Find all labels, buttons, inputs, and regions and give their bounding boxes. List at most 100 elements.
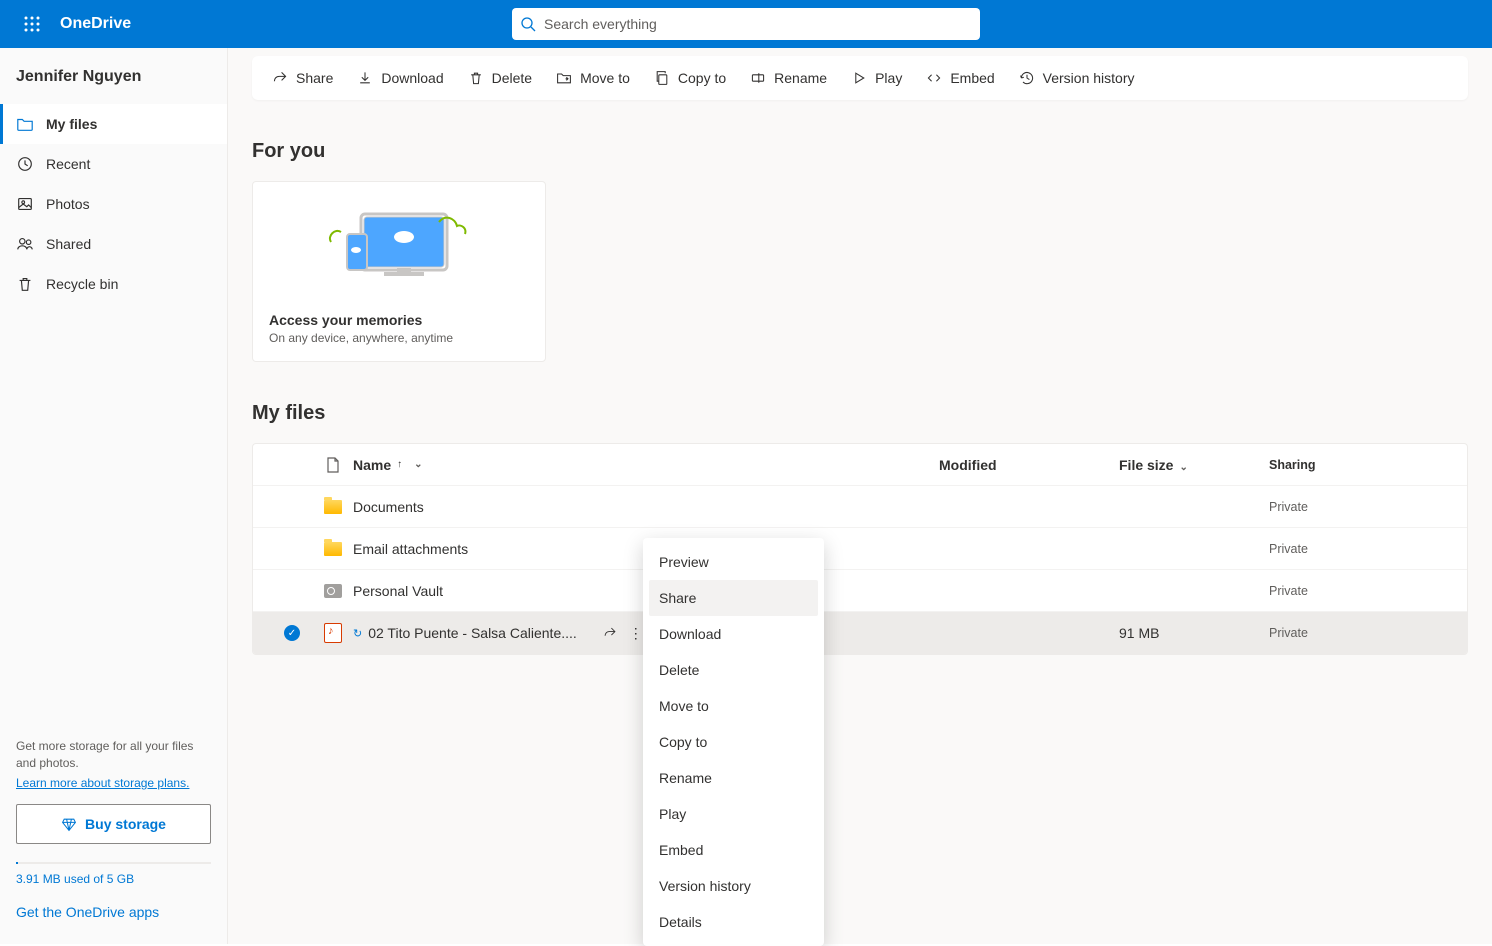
nav-label: Recycle bin [46, 276, 118, 292]
history-icon [1019, 70, 1035, 86]
embed-icon [926, 70, 942, 86]
memories-card[interactable]: Access your memories On any device, anyw… [252, 181, 546, 362]
cmd-download[interactable]: Download [347, 60, 453, 96]
more-actions-button[interactable]: ⋮ [629, 625, 643, 642]
cmd-play[interactable]: Play [841, 60, 912, 96]
search-icon [520, 16, 536, 32]
card-title: Access your memories [269, 312, 529, 328]
copy-icon [654, 70, 670, 86]
ctx-delete[interactable]: Delete [649, 652, 818, 688]
nav-photos[interactable]: Photos [0, 184, 227, 224]
nav-shared[interactable]: Shared [0, 224, 227, 264]
download-icon [357, 70, 373, 86]
folder-icon [324, 500, 342, 514]
ctx-details[interactable]: Details [649, 904, 818, 940]
ctx-move-to[interactable]: Move to [649, 688, 818, 724]
sharing-status: Private [1269, 626, 1449, 640]
context-menu: Preview Share Download Delete Move to Co… [643, 538, 824, 946]
app-launcher-button[interactable] [8, 0, 56, 48]
get-apps-link[interactable]: Get the OneDrive apps [16, 904, 211, 920]
cmd-delete[interactable]: Delete [458, 60, 542, 96]
table-row[interactable]: Personal Vault Private [253, 570, 1467, 612]
search-input[interactable] [544, 16, 972, 32]
sort-ascending-icon: ↑ [397, 459, 402, 470]
sync-icon: ↻ [353, 627, 362, 640]
sharing-status: Private [1269, 500, 1449, 514]
selected-check-icon[interactable]: ✓ [284, 625, 300, 641]
nav-recent[interactable]: Recent [0, 144, 227, 184]
nav-label: Recent [46, 156, 90, 172]
file-list: Name ↑ ⌄ Modified File size⌄ Sharing Doc… [252, 443, 1468, 655]
file-name[interactable]: Personal Vault [353, 583, 443, 599]
file-name[interactable]: Documents [353, 499, 424, 515]
people-icon [16, 235, 34, 253]
storage-progress [16, 862, 211, 864]
chevron-down-icon: ⌄ [1179, 462, 1187, 473]
table-header: Name ↑ ⌄ Modified File size⌄ Sharing [253, 444, 1467, 486]
folder-icon [16, 115, 34, 133]
clock-icon [16, 155, 34, 173]
cmd-rename[interactable]: Rename [740, 60, 837, 96]
size-column-header[interactable]: File size⌄ [1119, 457, 1269, 473]
sidebar: Jennifer Nguyen My files Recent Photos S… [0, 48, 228, 944]
learn-more-link[interactable]: Learn more about storage plans. [16, 776, 189, 790]
file-size: 91 MB [1119, 625, 1269, 641]
file-name[interactable]: Email attachments [353, 541, 468, 557]
storage-hint: Get more storage for all your files and … [16, 738, 211, 772]
ctx-play[interactable]: Play [649, 796, 818, 832]
ctx-share[interactable]: Share [649, 580, 818, 616]
cmd-version-history[interactable]: Version history [1009, 60, 1145, 96]
diamond-icon [61, 816, 77, 832]
name-column-header[interactable]: Name ↑ ⌄ [353, 457, 939, 473]
app-header: OneDrive [0, 0, 1492, 48]
nav-label: Shared [46, 236, 91, 252]
delete-icon [468, 70, 484, 86]
cmd-move-to[interactable]: Move to [546, 60, 640, 96]
file-name[interactable]: 02 Tito Puente - Salsa Caliente.... [368, 625, 577, 641]
vault-icon [324, 584, 342, 598]
table-row[interactable]: Email attachments Private [253, 528, 1467, 570]
search-box[interactable] [512, 8, 980, 40]
for-you-title: For you [252, 140, 1468, 163]
waffle-icon [24, 16, 40, 32]
ctx-version-history[interactable]: Version history [649, 868, 818, 904]
modified-column-header[interactable]: Modified [939, 457, 1119, 473]
brand-title[interactable]: OneDrive [60, 15, 131, 33]
type-column-icon[interactable] [313, 457, 353, 473]
nav-recycle-bin[interactable]: Recycle bin [0, 264, 227, 304]
ctx-copy-to[interactable]: Copy to [649, 724, 818, 760]
cmd-copy-to[interactable]: Copy to [644, 60, 736, 96]
table-row-selected[interactable]: ✓ ↻ 02 Tito Puente - Salsa Caliente.... … [253, 612, 1467, 654]
ctx-embed[interactable]: Embed [649, 832, 818, 868]
audio-file-icon [324, 623, 342, 643]
buy-storage-label: Buy storage [85, 816, 166, 832]
command-bar: Share Download Delete Move to Copy to Re… [252, 56, 1468, 100]
my-files-title: My files [252, 402, 1468, 425]
sharing-status: Private [1269, 584, 1449, 598]
ctx-download[interactable]: Download [649, 616, 818, 652]
share-icon [272, 70, 288, 86]
folder-icon [324, 542, 342, 556]
move-icon [556, 70, 572, 86]
file-icon [326, 457, 340, 473]
nav-label: My files [46, 116, 97, 132]
rename-icon [750, 70, 766, 86]
table-row[interactable]: Documents Private [253, 486, 1467, 528]
play-icon [851, 70, 867, 86]
ctx-rename[interactable]: Rename [649, 760, 818, 796]
photo-icon [16, 195, 34, 213]
nav-label: Photos [46, 196, 90, 212]
cmd-embed[interactable]: Embed [916, 60, 1004, 96]
memories-illustration [253, 182, 545, 302]
chevron-down-icon: ⌄ [414, 459, 422, 470]
ctx-preview[interactable]: Preview [649, 544, 818, 580]
sharing-column-header[interactable]: Sharing [1269, 458, 1449, 472]
trash-icon [16, 275, 34, 293]
card-subtitle: On any device, anywhere, anytime [269, 331, 529, 345]
share-icon[interactable] [603, 626, 617, 640]
buy-storage-button[interactable]: Buy storage [16, 804, 211, 844]
cmd-share[interactable]: Share [262, 60, 343, 96]
storage-used: 3.91 MB used of 5 GB [16, 872, 211, 886]
nav-my-files[interactable]: My files [0, 104, 227, 144]
sharing-status: Private [1269, 542, 1449, 556]
